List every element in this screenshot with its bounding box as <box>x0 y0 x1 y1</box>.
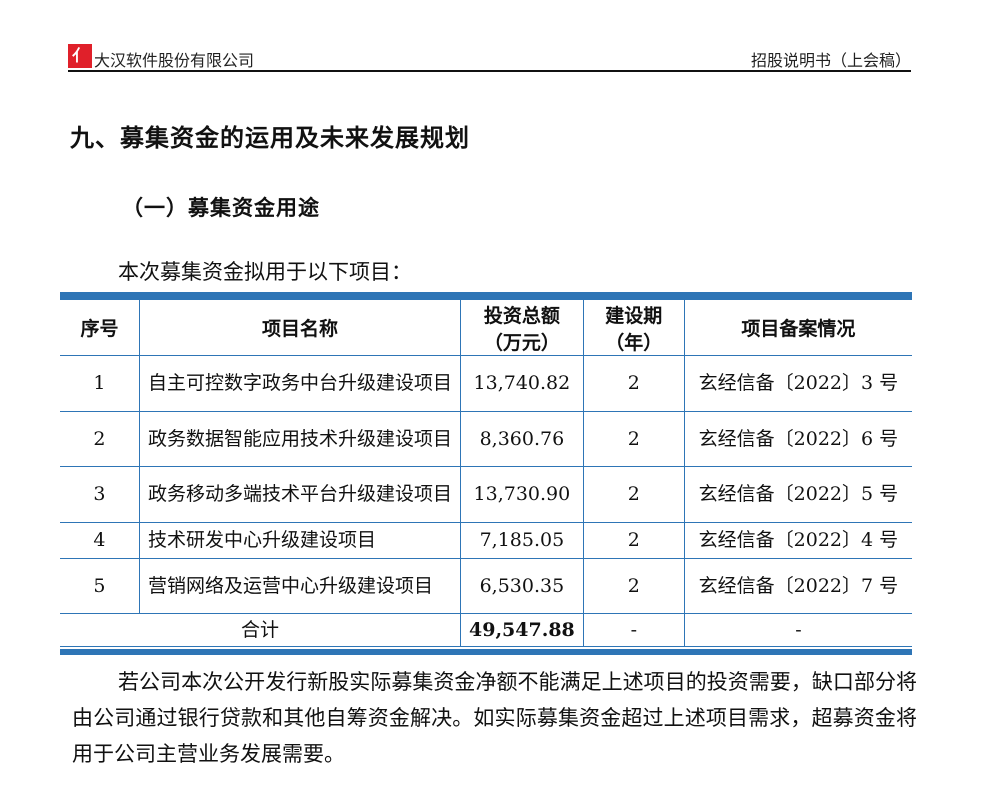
table-bottom-rule <box>60 649 912 655</box>
row-period: 2 <box>582 411 685 467</box>
total-row: 合计 49,547.88 - - <box>60 613 912 647</box>
document-title: 招股说明书（上会稿） <box>750 51 911 70</box>
total-amount: 49,547.88 <box>460 613 584 647</box>
header-period: 建设期（年） <box>582 299 685 356</box>
table-top-rule <box>60 292 912 299</box>
row-amount: 7,185.05 <box>460 522 584 559</box>
row-filing: 玄经信备〔2022〕6 号 <box>683 411 912 467</box>
table-row: 2 政务数据智能应用技术升级建设项目 8,360.76 2 玄经信备〔2022〕6 号 <box>60 411 912 467</box>
row-no: 3 <box>60 466 140 523</box>
row-name: 技术研发中心升级建设项目 <box>138 522 462 559</box>
table-header-row: 序号 项目名称 投资总额（万元） 建设期（年） 项目备案情况 <box>60 299 912 356</box>
table-row: 3 政务移动多端技术平台升级建设项目 13,730.90 2 玄经信备〔2022〕5 号 <box>60 466 912 523</box>
total-period: - <box>582 613 685 647</box>
row-period: 2 <box>582 522 685 559</box>
row-filing: 玄经信备〔2022〕7 号 <box>683 558 912 614</box>
total-filing: - <box>683 613 912 647</box>
row-period: 2 <box>582 466 685 523</box>
row-no: 5 <box>60 558 140 614</box>
row-amount: 13,740.82 <box>460 355 584 412</box>
header-name: 项目名称 <box>138 299 462 356</box>
row-no: 1 <box>60 355 140 412</box>
body-paragraph: 若公司本次公开发行新股实际募集资金净额不能满足上述项目的投资需要，缺口部分将由公… <box>72 670 917 766</box>
row-name: 自主可控数字政务中台升级建设项目 <box>138 355 462 412</box>
row-filing: 玄经信备〔2022〕5 号 <box>683 466 912 523</box>
table-row: 1 自主可控数字政务中台升级建设项目 13,740.82 2 玄经信备〔2022〕3 号 <box>60 355 912 412</box>
row-filing: 玄经信备〔2022〕4 号 <box>683 522 912 559</box>
row-no: 2 <box>60 411 140 467</box>
total-label: 合计 <box>60 613 461 647</box>
company-logo: ⺅ <box>68 44 92 68</box>
row-filing: 玄经信备〔2022〕3 号 <box>683 355 912 412</box>
table-row: 4 技术研发中心升级建设项目 7,185.05 2 玄经信备〔2022〕4 号 <box>60 522 912 559</box>
row-period: 2 <box>582 558 685 614</box>
header-no: 序号 <box>60 299 140 356</box>
row-amount: 13,730.90 <box>460 466 584 523</box>
company-name: 大汉软件股份有限公司 <box>94 51 255 70</box>
subsection-title: （一）募集资金用途 <box>122 196 320 220</box>
row-period: 2 <box>582 355 685 412</box>
header-filing: 项目备案情况 <box>683 299 912 356</box>
row-name: 政务移动多端技术平台升级建设项目 <box>138 466 462 523</box>
section-title: 九、募集资金的运用及未来发展规划 <box>70 124 470 152</box>
intro-text: 本次募集资金拟用于以下项目： <box>118 260 412 284</box>
fund-use-table: 序号 项目名称 投资总额（万元） 建设期（年） 项目备案情况 1 自主可控数字政务… <box>60 292 912 655</box>
header-amount: 投资总额（万元） <box>460 299 584 356</box>
table-row: 5 营销网络及运营中心升级建设项目 6,530.35 2 玄经信备〔2022〕7 号 <box>60 558 912 614</box>
row-no: 4 <box>60 522 140 559</box>
row-amount: 8,360.76 <box>460 411 584 467</box>
row-amount: 6,530.35 <box>460 558 584 614</box>
page-header: ⺅ 大汉软件股份有限公司 招股说明书（上会稿） <box>68 44 911 72</box>
row-name: 营销网络及运营中心升级建设项目 <box>138 558 462 614</box>
row-name: 政务数据智能应用技术升级建设项目 <box>138 411 462 467</box>
